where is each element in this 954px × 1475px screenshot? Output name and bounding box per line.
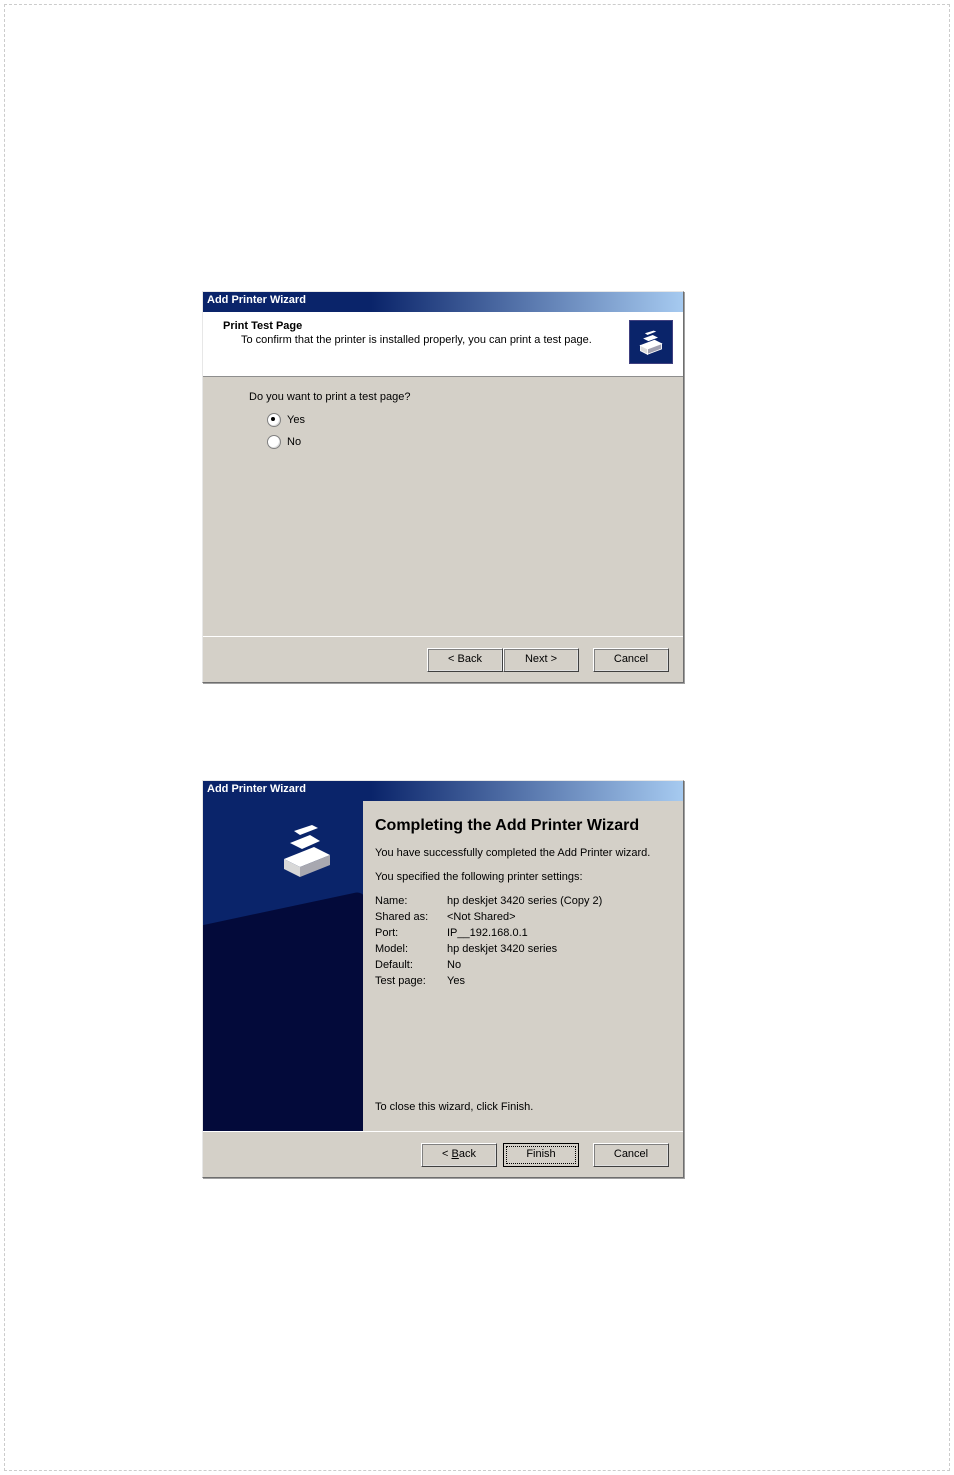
settings-table: Name:hp deskjet 3420 series (Copy 2)Shar… bbox=[375, 895, 665, 987]
dialog-titlebar[interactable]: Add Printer Wizard bbox=[203, 292, 683, 312]
setting-value: hp deskjet 3420 series bbox=[447, 943, 665, 955]
test-page-prompt: Do you want to print a test page? bbox=[249, 391, 683, 403]
dialog-header: Print Test Page To confirm that the prin… bbox=[203, 312, 683, 377]
back-button[interactable]: < Back bbox=[421, 1143, 497, 1167]
dialog-button-bar: < Back Finish Cancel bbox=[203, 1131, 683, 1177]
radio-no-input[interactable] bbox=[267, 435, 281, 449]
printer-icon bbox=[278, 821, 338, 879]
side-panel-art bbox=[203, 891, 363, 1131]
close-instruction: To close this wizard, click Finish. bbox=[375, 1101, 665, 1113]
next-button[interactable]: Next > bbox=[503, 648, 579, 672]
setting-label: Test page: bbox=[375, 975, 447, 987]
print-test-page-dialog: Add Printer Wizard Print Test Page To co… bbox=[202, 291, 684, 683]
setting-value: Yes bbox=[447, 975, 665, 987]
completing-wizard-dialog: Add Printer Wizard Completing the Add Pr… bbox=[202, 780, 684, 1178]
setting-value: IP__192.168.0.1 bbox=[447, 927, 665, 939]
radio-yes-row[interactable]: Yes bbox=[267, 413, 683, 427]
dialog-title-text: Add Printer Wizard bbox=[207, 294, 306, 306]
radio-no-row[interactable]: No bbox=[267, 435, 683, 449]
setting-label: Default: bbox=[375, 959, 447, 971]
success-text: You have successfully completed the Add … bbox=[375, 847, 665, 859]
settings-intro: You specified the following printer sett… bbox=[375, 871, 665, 883]
dialog-titlebar[interactable]: Add Printer Wizard bbox=[203, 781, 683, 801]
back-button[interactable]: < Back bbox=[427, 648, 503, 672]
printer-icon bbox=[629, 320, 673, 364]
header-subtitle: To confirm that the printer is installed… bbox=[241, 334, 669, 346]
completing-heading: Completing the Add Printer Wizard bbox=[375, 817, 665, 835]
setting-value: No bbox=[447, 959, 665, 971]
setting-label: Port: bbox=[375, 927, 447, 939]
cancel-button[interactable]: Cancel bbox=[593, 648, 669, 672]
finish-panel: Completing the Add Printer Wizard You ha… bbox=[363, 801, 683, 1131]
dialog-title-text: Add Printer Wizard bbox=[207, 783, 306, 795]
wizard-side-panel bbox=[203, 801, 363, 1131]
header-title: Print Test Page bbox=[223, 320, 669, 332]
page-frame bbox=[4, 4, 950, 1471]
dialog-button-bar: < Back Next > Cancel bbox=[203, 636, 683, 682]
setting-label: Model: bbox=[375, 943, 447, 955]
radio-yes-label: Yes bbox=[287, 414, 305, 426]
setting-value: <Not Shared> bbox=[447, 911, 665, 923]
dialog-content: Do you want to print a test page? Yes No bbox=[203, 377, 683, 636]
dialog-body: Completing the Add Printer Wizard You ha… bbox=[203, 801, 683, 1131]
radio-no-label: No bbox=[287, 436, 301, 448]
cancel-button[interactable]: Cancel bbox=[593, 1143, 669, 1167]
setting-value: hp deskjet 3420 series (Copy 2) bbox=[447, 895, 665, 907]
finish-button[interactable]: Finish bbox=[503, 1143, 579, 1167]
setting-label: Shared as: bbox=[375, 911, 447, 923]
radio-yes-input[interactable] bbox=[267, 413, 281, 427]
setting-label: Name: bbox=[375, 895, 447, 907]
